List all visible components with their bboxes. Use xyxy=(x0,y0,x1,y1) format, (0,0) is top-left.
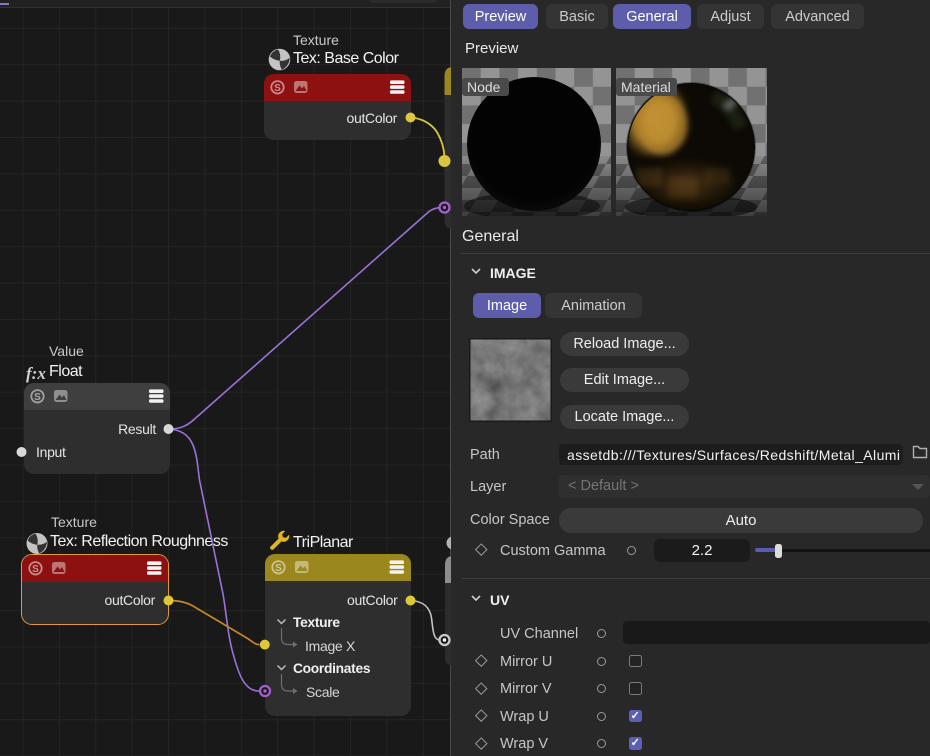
svg-text:Node: Node xyxy=(467,79,501,95)
svg-text:S: S xyxy=(274,83,281,94)
svg-text:S: S xyxy=(34,392,41,403)
svg-text:S: S xyxy=(32,564,39,575)
svg-text:Material: Material xyxy=(621,79,671,95)
svg-text:S: S xyxy=(275,563,282,574)
svg-text:f:x: f:x xyxy=(26,364,46,383)
